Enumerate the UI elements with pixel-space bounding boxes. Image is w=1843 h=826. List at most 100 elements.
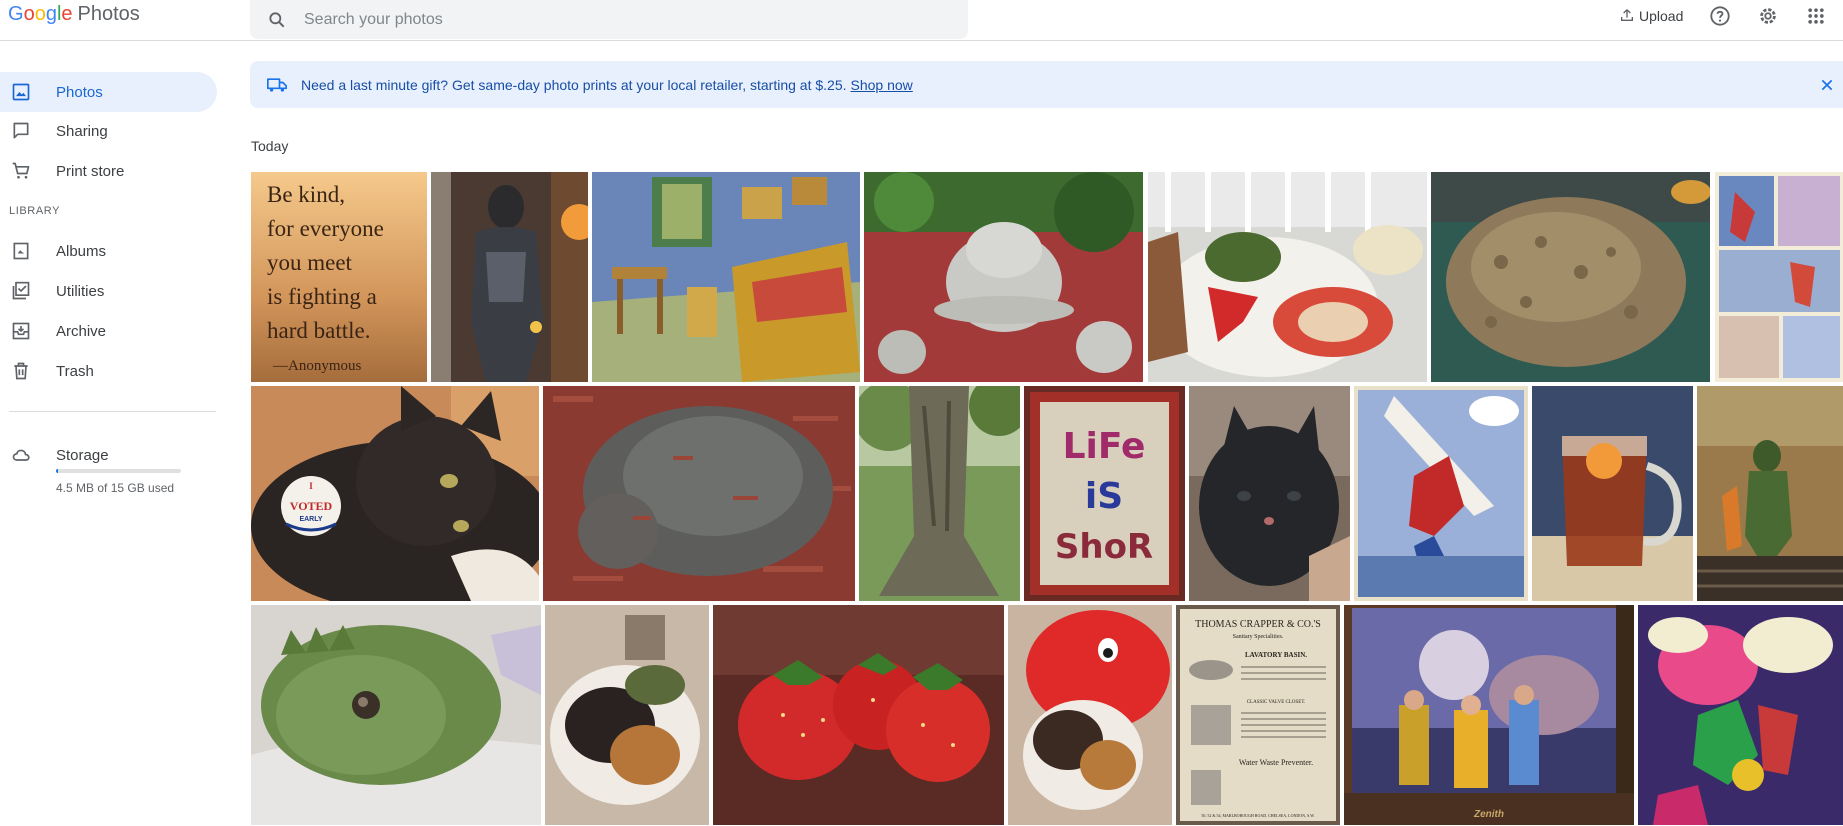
archive-icon [9, 319, 33, 343]
photo-giant-squash[interactable] [1431, 172, 1710, 382]
logo-letter: o [23, 3, 35, 25]
upload-button[interactable]: Upload [1615, 3, 1687, 29]
sticker-text-bottom: EARLY [299, 516, 322, 523]
photo-life-is-short-art[interactable]: LiFe iS ShoR [1024, 386, 1185, 601]
quote-line: is fighting a [267, 284, 377, 309]
photo-image [1715, 172, 1843, 382]
photo-image: Be kind, for everyone you meet is fighti… [251, 172, 427, 382]
storage-usage-bar [56, 469, 181, 473]
search-icon[interactable] [266, 9, 288, 31]
sidebar-item-sharing[interactable]: Sharing [0, 111, 217, 151]
sticker-text-main: VOTED [290, 499, 333, 513]
sidebar-item-label: Archive [56, 322, 107, 340]
art-text-line: LiFe [1063, 426, 1146, 467]
photo-black-kitten[interactable] [1189, 386, 1350, 601]
photo-red-plush-cat[interactable] [1008, 605, 1172, 825]
sidebar-item-archive[interactable]: Archive [0, 311, 217, 351]
sidebar-item-label: Photos [56, 83, 103, 101]
close-icon[interactable] [1815, 73, 1839, 97]
cloud-icon [9, 443, 33, 467]
promo-banner: Need a last minute gift? Get same-day ph… [250, 61, 1843, 108]
ad-heading: LAVATORY BASIN. [1245, 651, 1307, 659]
logo-letter: G [8, 3, 24, 25]
storage-used-text: 4.5 MB of 15 GB used [56, 481, 175, 495]
storage-usage-fill [56, 469, 58, 473]
storage-label: Storage [56, 446, 109, 464]
sidebar-item-print-store[interactable]: Print store [0, 151, 217, 191]
search-bar[interactable] [250, 0, 968, 39]
ad-sub-heading: CLASSIC VALVE CLOSET. [1247, 700, 1306, 705]
sidebar-item-trash[interactable]: Trash [0, 351, 217, 391]
photo-quote-be-kind[interactable]: Be kind, for everyone you meet is fighti… [251, 172, 427, 382]
photo-tea-mug[interactable] [1532, 386, 1693, 601]
sidebar-item-utilities[interactable]: Utilities [0, 271, 217, 311]
settings-gear-icon[interactable] [1756, 4, 1780, 28]
shop-now-link[interactable]: Shop now [851, 77, 913, 93]
photo-van-gogh-bedroom[interactable] [592, 172, 860, 382]
photo-costume-figure[interactable] [431, 172, 588, 382]
sticker-text-top: I [309, 481, 313, 491]
photo-museum-figure[interactable] [1697, 386, 1843, 601]
quote-line: Be kind, [267, 182, 345, 207]
checklist-icon [9, 279, 33, 303]
photo-image: LiFe iS ShoR [1024, 386, 1185, 601]
photo-image [1697, 386, 1843, 601]
photo-image [251, 605, 541, 825]
banner-message: Need a last minute gift? Get same-day ph… [301, 76, 847, 93]
logo-letter: e [61, 3, 73, 25]
photo-image: THOMAS CRAPPER & CO.'S Sanitary Speciali… [1176, 605, 1340, 825]
top-bar: GooglePhotos Upload [0, 0, 1843, 41]
photo-iguana-plush[interactable] [251, 605, 541, 825]
date-group-label: Today [251, 138, 289, 154]
sidebar-item-albums[interactable]: Albums [0, 231, 217, 271]
photo-image [864, 172, 1143, 382]
apps-grid-icon[interactable] [1804, 4, 1828, 28]
photo-image: I VOTED EARLY [251, 386, 539, 601]
photo-image [592, 172, 860, 382]
photo-frog-statue[interactable] [864, 172, 1143, 382]
sidebar-item-label: Trash [56, 362, 94, 380]
trash-icon [9, 359, 33, 383]
art-text-line: ShoR [1055, 527, 1153, 567]
art-text-line: iS [1085, 476, 1123, 517]
photo-image [1189, 386, 1350, 601]
photo-image [1532, 386, 1693, 601]
sidebar-item-label: Print store [56, 162, 125, 180]
quote-line: for everyone [267, 216, 384, 241]
sidebar-divider [9, 411, 216, 412]
chat-bubble-icon [9, 119, 33, 143]
photo-cat-voted-sticker[interactable]: I VOTED EARLY [251, 386, 539, 601]
help-icon[interactable] [1708, 4, 1732, 28]
photo-spiderman-comic[interactable] [1354, 386, 1528, 601]
photo-calico-cat-plush[interactable] [545, 605, 709, 825]
photo-star-trek-tv[interactable]: Zenith [1344, 605, 1634, 825]
photo-image [1354, 386, 1528, 601]
photo-image [545, 605, 709, 825]
photo-image [543, 386, 855, 601]
upload-icon [1619, 7, 1635, 26]
bookmark-icon [9, 239, 33, 263]
tv-brand-logo: Zenith [1473, 809, 1504, 820]
photo-image [1148, 172, 1427, 382]
quote-attribution: —Anonymous [272, 358, 362, 374]
photo-mulch-stone[interactable] [543, 386, 855, 601]
sidebar-item-label: Albums [56, 242, 107, 260]
upload-label: Upload [1639, 8, 1684, 24]
photo-comic-page[interactable] [1715, 172, 1843, 382]
sidebar: Photos Sharing Print store LIBRARY Album… [0, 41, 230, 826]
cart-icon [9, 159, 33, 183]
photo-tree-trunk[interactable] [859, 386, 1020, 601]
photo-image [1008, 605, 1172, 825]
photo-doctor-strange-comic[interactable] [1638, 605, 1843, 825]
ad-subtitle: Sanitary Specialities. [1233, 634, 1284, 640]
sidebar-item-photos[interactable]: Photos [0, 72, 217, 112]
photo-lobster-plush[interactable] [1148, 172, 1427, 382]
photo-image [1638, 605, 1843, 825]
photo-thomas-crapper-ad[interactable]: THOMAS CRAPPER & CO.'S Sanitary Speciali… [1176, 605, 1340, 825]
logo-letter: o [34, 3, 46, 25]
photo-strawberries[interactable] [713, 605, 1004, 825]
google-photos-logo[interactable]: Google Photos [8, 2, 140, 26]
quote-line: hard battle. [267, 318, 370, 343]
search-input[interactable] [304, 10, 904, 29]
photo-image: Zenith [1344, 605, 1634, 825]
